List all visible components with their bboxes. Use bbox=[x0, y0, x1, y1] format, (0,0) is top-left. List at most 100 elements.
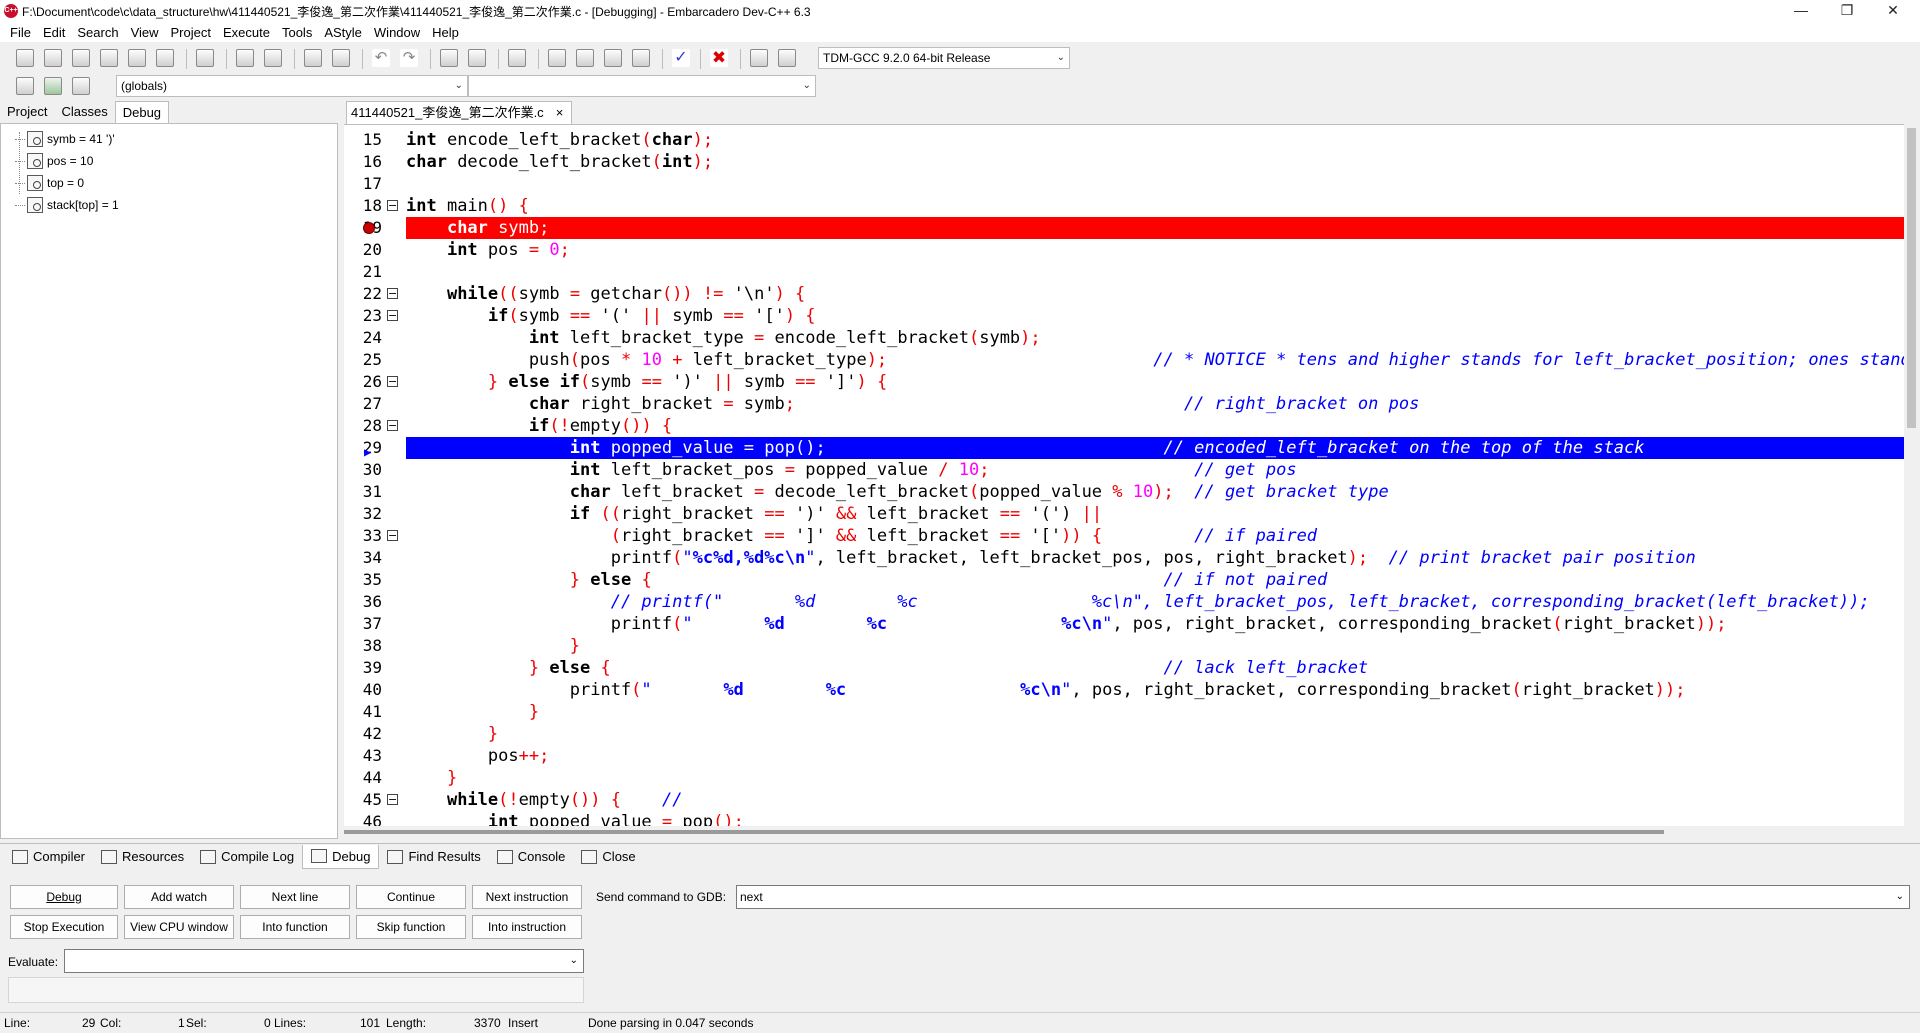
indent-icon[interactable] bbox=[468, 49, 486, 67]
code-text[interactable]: printf(" %d %c %c\n", pos, right_bracket… bbox=[406, 679, 1906, 701]
line-number[interactable]: 16 bbox=[344, 151, 382, 173]
continue-button[interactable]: Continue bbox=[356, 885, 466, 909]
into-function-button[interactable]: Into function bbox=[240, 915, 350, 939]
code-text[interactable]: } else { // if not paired bbox=[406, 569, 1906, 591]
line-number[interactable]: 20 bbox=[344, 239, 382, 261]
code-text[interactable]: } bbox=[406, 635, 1906, 657]
delete-profile-icon[interactable] bbox=[778, 49, 796, 67]
fold-toggle-icon[interactable]: − bbox=[387, 288, 398, 299]
menu-window[interactable]: Window bbox=[368, 25, 426, 40]
stop-execution-button[interactable]: Stop Execution bbox=[10, 915, 118, 939]
line-number[interactable]: 42 bbox=[344, 723, 382, 745]
into-instruction-button[interactable]: Into instruction bbox=[472, 915, 582, 939]
code-line[interactable]: 23− if(symb == '(' || symb == '[') { bbox=[344, 305, 1906, 327]
minimize-icon[interactable]: — bbox=[1778, 0, 1824, 22]
line-number[interactable]: 39 bbox=[344, 657, 382, 679]
tab-classes[interactable]: Classes bbox=[54, 101, 114, 123]
compiler-select[interactable]: TDM-GCC 9.2.0 64-bit Release ⌄ bbox=[818, 47, 1070, 69]
menu-tools[interactable]: Tools bbox=[276, 25, 318, 40]
line-number[interactable]: 25 bbox=[344, 349, 382, 371]
tab-compile-log[interactable]: Compile Log bbox=[192, 845, 302, 869]
code-text[interactable]: pos++; bbox=[406, 745, 1906, 767]
code-line[interactable]: 18− int main() { bbox=[344, 195, 1906, 217]
menu-edit[interactable]: Edit bbox=[37, 25, 71, 40]
watch-item[interactable]: pos = 10 bbox=[15, 151, 93, 171]
line-number[interactable]: 17 bbox=[344, 173, 382, 195]
tab-compiler[interactable]: Compiler bbox=[4, 845, 93, 869]
close-all-icon[interactable] bbox=[156, 49, 174, 67]
code-line[interactable]: 27 char right_bracket = symb; // right_b… bbox=[344, 393, 1906, 415]
stop-execution-icon[interactable]: ✖ bbox=[710, 49, 728, 67]
code-line[interactable]: 33− (right_bracket == ']' && left_bracke… bbox=[344, 525, 1906, 547]
code-text[interactable]: (right_bracket == ']' && left_bracket ==… bbox=[406, 525, 1906, 547]
fold-toggle-icon[interactable]: − bbox=[387, 310, 398, 321]
close-window-icon[interactable]: ✕ bbox=[1870, 0, 1916, 22]
code-text[interactable]: } else if(symb == ')' || symb == ']') { bbox=[406, 371, 1906, 393]
code-line[interactable]: 29 ▶ int popped_value = pop(); // encoded… bbox=[344, 437, 1906, 459]
next-line-button[interactable]: Next line bbox=[240, 885, 350, 909]
skip-function-button[interactable]: Skip function bbox=[356, 915, 466, 939]
menu-search[interactable]: Search bbox=[71, 25, 124, 40]
next-instruction-button[interactable]: Next instruction bbox=[472, 885, 582, 909]
line-number[interactable]: 22 bbox=[344, 283, 382, 305]
code-line[interactable]: 25 push(pos * 10 + left_bracket_type); /… bbox=[344, 349, 1920, 371]
menu-execute[interactable]: Execute bbox=[217, 25, 276, 40]
tab-debug-bottom[interactable]: Debug bbox=[302, 844, 380, 869]
code-line[interactable]: 20 int pos = 0; bbox=[344, 239, 1906, 261]
save-all-icon[interactable] bbox=[100, 49, 118, 67]
breakpoint-icon[interactable] bbox=[363, 222, 375, 234]
code-line[interactable]: 36 // printf(" %d %c %c\n", left_bracket… bbox=[344, 591, 1906, 613]
goto-line-icon[interactable] bbox=[332, 49, 350, 67]
menu-file[interactable]: File bbox=[4, 25, 37, 40]
line-number[interactable]: 34 bbox=[344, 547, 382, 569]
code-text[interactable]: while((symb = getchar()) != '\n') { bbox=[406, 283, 1906, 305]
code-line[interactable]: 21 bbox=[344, 261, 1906, 283]
compile-icon[interactable] bbox=[548, 49, 566, 67]
replace-icon[interactable] bbox=[264, 49, 282, 67]
line-number[interactable]: 24 bbox=[344, 327, 382, 349]
code-text[interactable]: printf(" %d %c %c\n", pos, right_bracket… bbox=[406, 613, 1906, 635]
menu-help[interactable]: Help bbox=[426, 25, 465, 40]
line-number[interactable]: 30 bbox=[344, 459, 382, 481]
code-line[interactable]: 41 } bbox=[344, 701, 1906, 723]
code-line[interactable]: 34 printf("%c%d,%d%c\n", left_bracket, l… bbox=[344, 547, 1906, 569]
editor-vertical-scrollbar[interactable] bbox=[1904, 124, 1920, 828]
scroll-thumb[interactable] bbox=[344, 830, 1664, 834]
new-project-icon[interactable] bbox=[16, 77, 34, 95]
function-select[interactable]: ⌄ bbox=[468, 75, 816, 97]
code-text[interactable]: if(!empty()) { bbox=[406, 415, 1906, 437]
profile-icon[interactable] bbox=[750, 49, 768, 67]
fold-toggle-icon[interactable]: − bbox=[387, 376, 398, 387]
line-number[interactable]: 37 bbox=[344, 613, 382, 635]
code-line[interactable]: 15 int encode_left_bracket(char); bbox=[344, 129, 1906, 151]
watch-item[interactable]: stack[top] = 1 bbox=[15, 195, 119, 215]
fold-toggle-icon[interactable]: − bbox=[387, 200, 398, 211]
line-number[interactable]: 18 bbox=[344, 195, 382, 217]
code-text[interactable]: int popped_value = pop(); // encoded_lef… bbox=[406, 437, 1906, 459]
close-file-icon[interactable] bbox=[128, 49, 146, 67]
debug-button[interactable]: Debug bbox=[10, 885, 118, 909]
code-text[interactable]: if(symb == '(' || symb == '[') { bbox=[406, 305, 1906, 327]
code-line[interactable]: 38 } bbox=[344, 635, 1906, 657]
code-text[interactable]: } else { // lack left_bracket bbox=[406, 657, 1906, 679]
line-number[interactable]: 28 bbox=[344, 415, 382, 437]
editor-horizontal-scrollbar[interactable] bbox=[344, 826, 1904, 840]
line-number[interactable]: 27 bbox=[344, 393, 382, 415]
line-number[interactable]: 44 bbox=[344, 767, 382, 789]
code-line[interactable]: 30 int left_bracket_pos = popped_value /… bbox=[344, 459, 1906, 481]
code-line[interactable]: 16 char decode_left_bracket(int); bbox=[344, 151, 1906, 173]
line-number[interactable]: 33 bbox=[344, 525, 382, 547]
line-number[interactable]: 43 bbox=[344, 745, 382, 767]
code-line[interactable]: 37 printf(" %d %c %c\n", pos, right_brac… bbox=[344, 613, 1906, 635]
code-line[interactable]: 32 if ((right_bracket == ')' && left_bra… bbox=[344, 503, 1906, 525]
code-line[interactable]: 42 } bbox=[344, 723, 1906, 745]
add-watch-button[interactable]: Add watch bbox=[124, 885, 234, 909]
line-number[interactable]: 26 bbox=[344, 371, 382, 393]
editor-file-tab[interactable]: 411440521_李俊逸_第二次作業.c × bbox=[346, 101, 573, 124]
code-text[interactable]: char decode_left_bracket(int); bbox=[406, 151, 1906, 173]
code-text[interactable]: char right_bracket = symb; // right_brac… bbox=[406, 393, 1906, 415]
evaluate-input[interactable]: ⌄ bbox=[64, 949, 584, 973]
redo-icon[interactable]: ↷ bbox=[400, 49, 418, 67]
maximize-icon[interactable]: ❐ bbox=[1824, 0, 1870, 22]
gdb-command-input[interactable]: next ⌄ bbox=[736, 885, 1910, 909]
